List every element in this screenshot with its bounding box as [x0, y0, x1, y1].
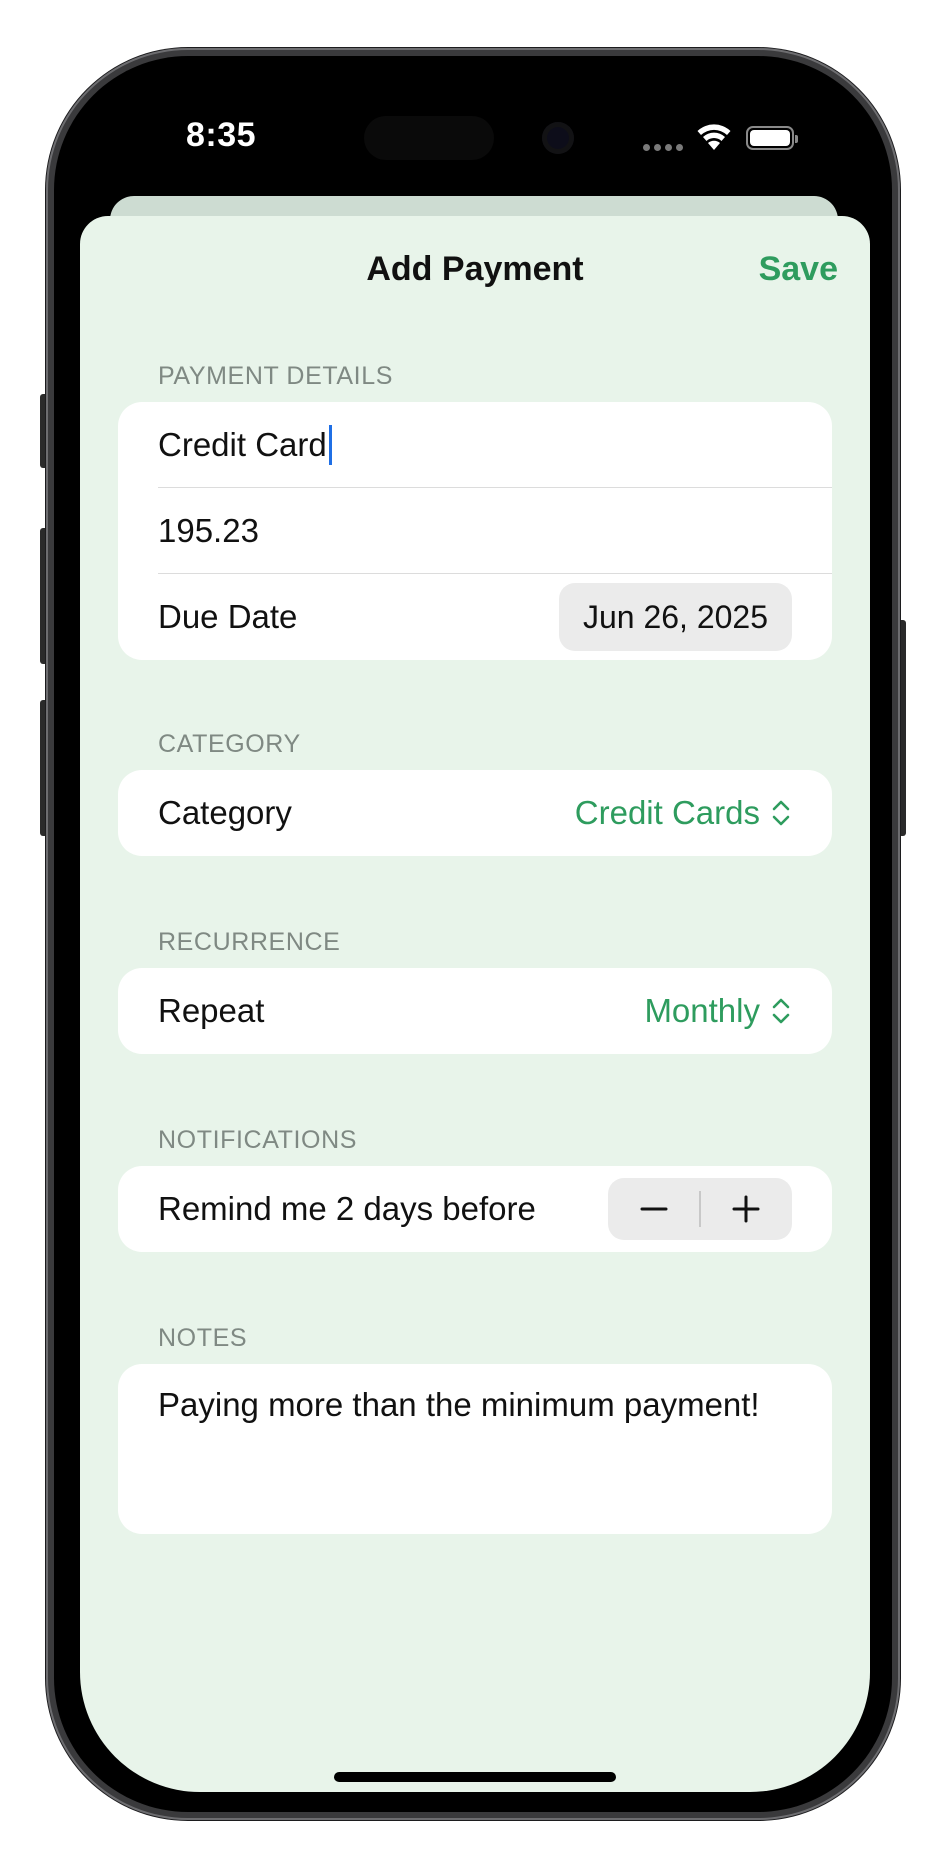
increment-button[interactable] — [701, 1178, 792, 1240]
due-date-label: Due Date — [158, 598, 298, 635]
home-indicator[interactable] — [334, 1772, 616, 1782]
chevron-up-down-icon — [772, 800, 790, 826]
decrement-button[interactable] — [608, 1178, 699, 1240]
recurrence-card: Repeat Monthly — [118, 968, 832, 1054]
repeat-picker[interactable]: Monthly — [644, 992, 792, 1030]
amount-field[interactable]: 195.23 — [118, 488, 832, 574]
battery-icon — [746, 126, 798, 150]
section-header-recurrence: RECURRENCE — [158, 928, 341, 956]
notes-text: Paying more than the minimum payment! — [158, 1386, 760, 1423]
payment-details-card: Credit Card 195.23 Due Date Jun 26, 2025 — [118, 402, 832, 660]
wifi-icon — [697, 124, 731, 150]
category-card: Category Credit Cards — [118, 770, 832, 856]
category-label: Category — [158, 794, 292, 831]
repeat-value: Monthly — [644, 992, 760, 1029]
reminder-row: Remind me 2 days before — [118, 1166, 832, 1252]
section-header-payment-details: PAYMENT DETAILS — [158, 362, 393, 390]
section-header-category: CATEGORY — [158, 730, 301, 758]
section-header-notes: NOTES — [158, 1324, 248, 1352]
dynamic-island — [364, 116, 494, 160]
chevron-up-down-icon — [772, 998, 790, 1024]
due-date-picker[interactable]: Jun 26, 2025 — [558, 583, 792, 651]
payment-name-field[interactable]: Credit Card — [118, 402, 832, 488]
repeat-label: Repeat — [158, 992, 265, 1029]
category-picker[interactable]: Credit Cards — [575, 794, 792, 832]
status-time: 8:35 — [186, 116, 257, 154]
section-header-notifications: NOTIFICATIONS — [158, 1126, 357, 1154]
plus-icon — [732, 1195, 760, 1223]
page-title: Add Payment — [366, 250, 584, 288]
category-row: Category Credit Cards — [118, 770, 832, 856]
save-button[interactable]: Save — [759, 250, 838, 289]
repeat-row: Repeat Monthly — [118, 968, 832, 1054]
text-cursor — [328, 425, 332, 465]
amount-value: 195.23 — [158, 512, 259, 549]
cellular-icon — [643, 144, 685, 152]
category-value: Credit Cards — [574, 794, 760, 831]
add-payment-sheet: Add Payment Save PAYMENT DETAILS Credit … — [80, 216, 870, 1792]
due-date-row: Due Date Jun 26, 2025 — [118, 574, 832, 660]
reminder-stepper — [608, 1178, 792, 1240]
reminder-label: Remind me 2 days before — [158, 1190, 536, 1227]
notifications-card: Remind me 2 days before — [118, 1166, 832, 1252]
payment-name-value: Credit Card — [158, 426, 327, 463]
notes-field[interactable]: Paying more than the minimum payment! — [118, 1364, 832, 1534]
camera-icon — [542, 122, 574, 154]
minus-icon — [640, 1207, 668, 1211]
